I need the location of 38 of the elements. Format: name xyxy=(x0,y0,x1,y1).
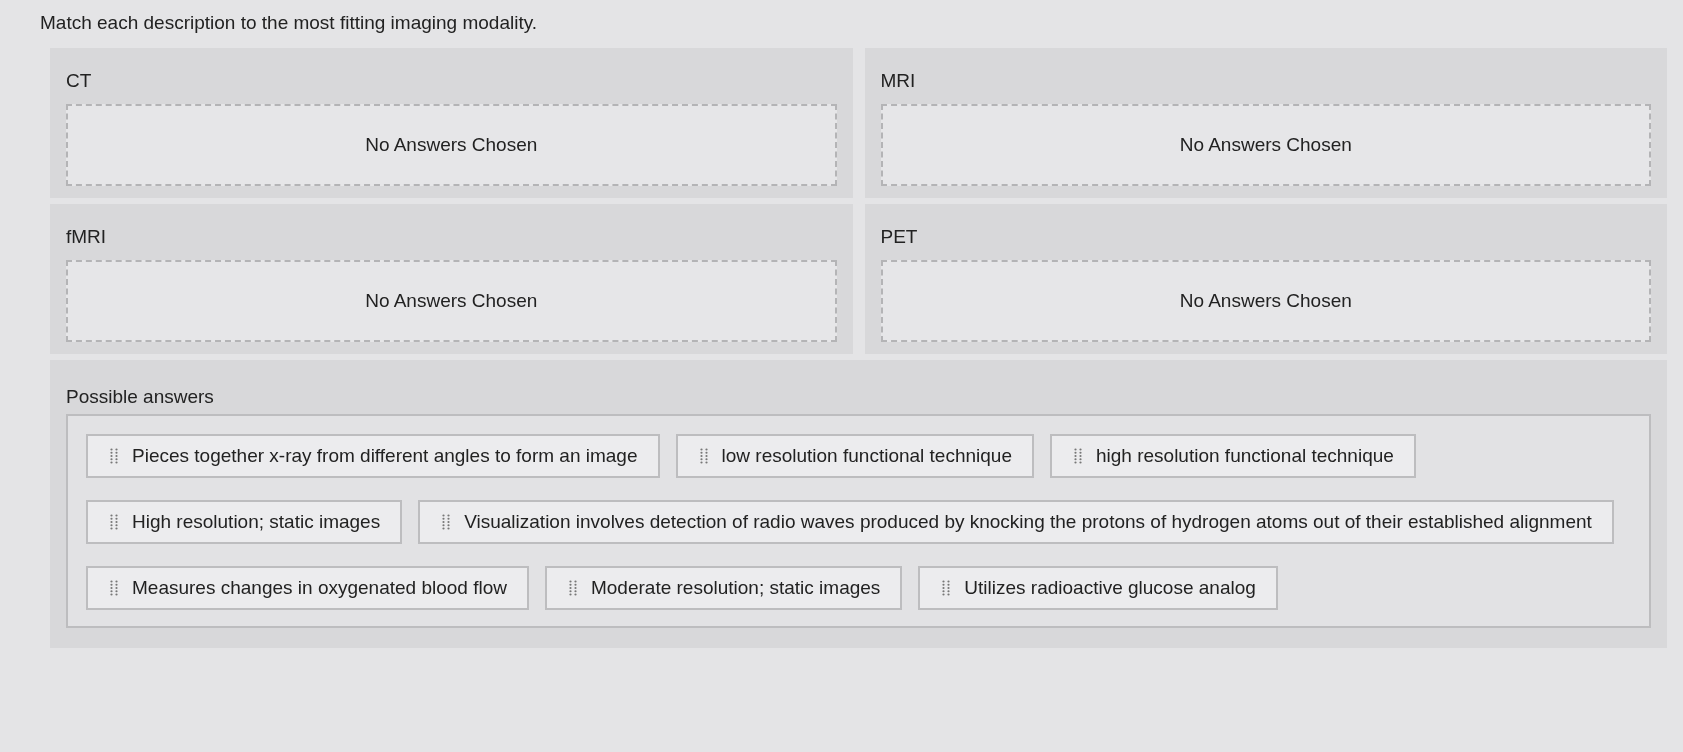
answers-title: Possible answers xyxy=(66,386,215,408)
drag-handle-icon[interactable] xyxy=(568,580,577,596)
answer-text: Pieces together x-ray from different angles to form an image xyxy=(132,445,638,467)
answer-chip[interactable]: Visualization involves detection of radio waves produced by knocking the protons of hydrogen atoms out of their established alignment xyxy=(418,500,1614,544)
category-label: fMRI xyxy=(66,226,108,248)
empty-text: No Answers Chosen xyxy=(1179,290,1352,312)
question-text: Match each description to the most fitting imaging modality. xyxy=(40,12,539,34)
drop-zone[interactable]: No Answers Chosen xyxy=(66,104,837,186)
answer-text: Measures changes in oxygenated blood flow xyxy=(132,577,507,599)
answer-text: High resolution; static images xyxy=(132,511,381,533)
drag-handle-icon[interactable] xyxy=(1074,448,1082,464)
drag-handle-icon[interactable] xyxy=(699,448,708,464)
answer-chip[interactable]: Measures changes in oxygenated blood flow xyxy=(86,566,529,610)
answer-text: low resolution functional technique xyxy=(721,445,1012,467)
answer-chip[interactable]: High resolution; static images xyxy=(86,500,403,544)
drop-zone[interactable]: No Answers Chosen xyxy=(880,104,1651,186)
drag-handle-icon[interactable] xyxy=(442,514,451,530)
answer-text: Utilizes radioactive glucose analog xyxy=(964,577,1256,599)
answer-text: high resolution functional technique xyxy=(1096,445,1394,467)
empty-text: No Answers Chosen xyxy=(1179,134,1352,156)
category-label: CT xyxy=(66,70,93,92)
answer-chip[interactable]: Moderate resolution; static images xyxy=(544,566,903,610)
empty-text: No Answers Chosen xyxy=(365,290,538,312)
answer-chip[interactable]: Pieces together x-ray from different angles to form an image xyxy=(86,434,660,478)
drop-zone[interactable]: No Answers Chosen xyxy=(880,260,1651,342)
empty-text: No Answers Chosen xyxy=(365,134,538,156)
answer-text: Visualization involves detection of radio waves produced by knocking the protons of hydrogen atoms out of their established alignment xyxy=(464,511,1592,533)
drag-handle-icon[interactable] xyxy=(942,580,951,596)
drop-zone[interactable]: No Answers Chosen xyxy=(66,260,837,342)
answer-text: Moderate resolution; static images xyxy=(590,577,881,599)
drag-handle-icon[interactable] xyxy=(110,580,118,596)
category-label: MRI xyxy=(880,70,917,92)
drag-handle-icon[interactable] xyxy=(110,448,118,464)
drag-handle-icon[interactable] xyxy=(110,514,118,530)
answer-chip[interactable]: Utilizes radioactive glucose analog xyxy=(918,566,1278,610)
answer-chip[interactable]: high resolution functional technique xyxy=(1050,434,1416,478)
answer-chip[interactable]: low resolution functional technique xyxy=(675,434,1034,478)
category-label: PET xyxy=(880,226,919,248)
